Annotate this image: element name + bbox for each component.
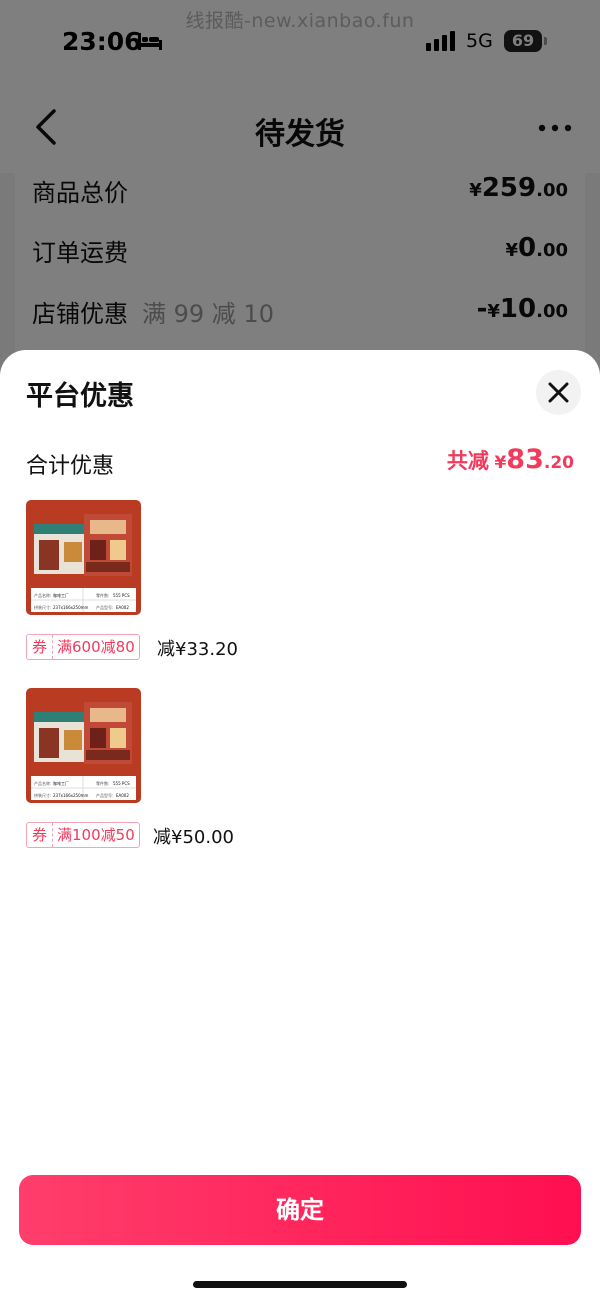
discount-amount: 减¥50.00 <box>153 827 234 848</box>
confirm-button[interactable]: 确定 <box>19 1175 581 1245</box>
value-parts: 555 PCS <box>113 593 130 598</box>
total-discount-label: 合计优惠 <box>26 454 115 479</box>
product-image[interactable]: 产品名称: 咖啡工厂 零件数: 555 PCS 拼装尺寸: 237x166x25… <box>26 500 141 615</box>
label-size: 拼装尺寸: <box>34 792 51 798</box>
coupon-text: 满100减50 <box>57 826 135 844</box>
product-image[interactable]: 产品名称: 咖啡工厂 零件数: 555 PCS 拼装尺寸: 237x166x25… <box>26 688 141 803</box>
home-indicator <box>193 1281 407 1288</box>
close-button[interactable] <box>536 370 581 415</box>
value-code: EA002 <box>116 605 129 610</box>
label-parts: 零件数: <box>96 780 109 786</box>
coupon-tag: 券 满600减80 <box>26 634 140 660</box>
coupon-text: 满600减80 <box>57 638 135 656</box>
coupon-badge: 券 <box>27 823 54 847</box>
sheet-title: 平台优惠 <box>26 381 134 412</box>
close-icon <box>548 382 569 403</box>
label-name: 产品名称: <box>34 780 51 786</box>
label-code: 产品型号: <box>96 604 113 610</box>
value-name: 咖啡工厂 <box>53 592 69 598</box>
coupon-tag: 券 满100减50 <box>26 822 140 848</box>
total-discount-value: 共减 ¥83.20 <box>446 444 574 475</box>
label-code: 产品型号: <box>96 792 113 798</box>
value-size: 237x166x250mm <box>53 605 89 610</box>
platform-discount-sheet: 平台优惠 合计优惠 共减 ¥83.20 产品名称: 咖啡工厂 零件数: 555 … <box>0 350 600 1300</box>
value-size: 237x166x250mm <box>53 793 89 798</box>
coupon-badge: 券 <box>27 635 54 659</box>
label-name: 产品名称: <box>34 592 51 598</box>
label-parts: 零件数: <box>96 592 109 598</box>
value-code: EA002 <box>116 793 129 798</box>
value-parts: 555 PCS <box>113 781 130 786</box>
value-name: 咖啡工厂 <box>53 780 69 786</box>
discount-amount: 减¥33.20 <box>157 639 238 660</box>
label-size: 拼装尺寸: <box>34 604 51 610</box>
